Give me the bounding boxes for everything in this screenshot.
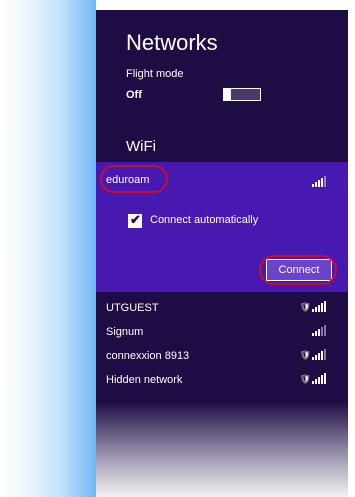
networks-panel: Networks Flight mode Off WiFi eduroam ✔ … bbox=[96, 10, 348, 497]
flight-mode-state: Off bbox=[126, 89, 142, 101]
selected-network-item[interactable]: eduroam ✔ Connect automatically Connect bbox=[96, 162, 348, 292]
list-item[interactable]: UTGUEST 🛡 bbox=[96, 297, 348, 321]
annotation-circle-network bbox=[100, 165, 168, 193]
secured-wifi-signal-icon: 🛡 bbox=[300, 349, 326, 360]
flight-mode-label: Flight mode bbox=[126, 68, 184, 80]
wifi-section-label: WiFi bbox=[126, 138, 156, 155]
panel-title: Networks bbox=[126, 30, 218, 55]
toggle-knob bbox=[224, 89, 231, 100]
panel-bottom-fade bbox=[96, 402, 348, 497]
desktop-background bbox=[0, 0, 96, 497]
network-name: Signum bbox=[106, 326, 144, 338]
network-name: connexxion 8913 bbox=[106, 350, 190, 362]
connect-automatically-checkbox[interactable]: ✔ bbox=[128, 212, 142, 228]
wifi-signal-icon bbox=[312, 325, 326, 336]
connect-automatically-label: Connect automatically bbox=[150, 214, 259, 226]
secured-wifi-signal-icon: 🛡 bbox=[300, 301, 326, 312]
flight-mode-toggle[interactable] bbox=[223, 88, 261, 101]
secured-wifi-signal-icon: 🛡 bbox=[300, 373, 326, 384]
list-item[interactable]: Signum bbox=[96, 321, 348, 345]
network-name: Hidden network bbox=[106, 374, 183, 386]
annotation-circle-connect bbox=[259, 255, 337, 285]
network-list: UTGUEST 🛡 Signum connexxion 8913 🛡 Hidde… bbox=[96, 297, 348, 393]
list-item[interactable]: Hidden network 🛡 bbox=[96, 369, 348, 393]
list-item[interactable]: connexxion 8913 🛡 bbox=[96, 345, 348, 369]
checkmark-icon: ✔ bbox=[130, 212, 141, 227]
network-name: UTGUEST bbox=[106, 302, 159, 314]
wifi-signal-icon bbox=[312, 176, 326, 187]
